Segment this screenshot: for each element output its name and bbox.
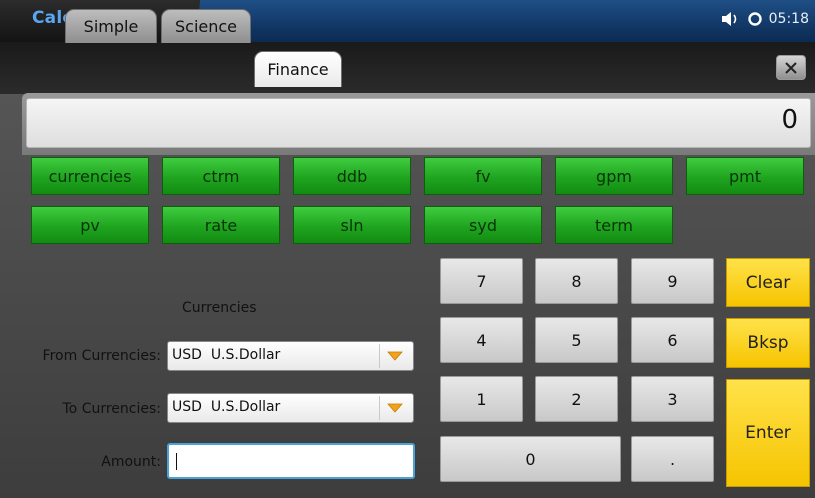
key-5[interactable]: 5 [535,317,618,363]
to-currencies-label: To Currencies: [62,401,162,417]
from-currency-value: USD U.S.Dollar [172,347,281,363]
fn-ctrm-button[interactable]: ctrm [162,157,280,195]
form-heading: Currencies [182,300,257,316]
key-3[interactable]: 3 [631,376,714,422]
key-2[interactable]: 2 [535,376,618,422]
sync-icon[interactable] [747,11,763,27]
fn-gpm-button[interactable]: gpm [555,157,673,195]
key-6[interactable]: 6 [631,317,714,363]
fn-fv-button[interactable]: fv [424,157,542,195]
key-7[interactable]: 7 [440,258,523,304]
close-icon [785,61,797,74]
calculator-window: Calculator 05:18 Simple Science Finance [0,0,815,498]
from-currency-select[interactable]: USD U.S.Dollar [167,341,414,371]
key-0[interactable]: 0 [440,436,621,482]
key-4[interactable]: 4 [440,317,523,363]
fn-term-button[interactable]: term [555,206,673,244]
to-currency-select[interactable]: USD U.S.Dollar [167,393,414,423]
key-9[interactable]: 9 [631,258,714,304]
key-1[interactable]: 1 [440,376,523,422]
to-currency-value: USD U.S.Dollar [172,399,281,415]
chevron-down-icon[interactable] [379,396,410,420]
clock: 05:18 [768,11,809,27]
tab-strip [0,42,815,94]
backspace-button[interactable]: Bksp [726,318,810,368]
text-caret [176,453,177,470]
tab-science[interactable]: Science [161,9,251,43]
fn-rate-button[interactable]: rate [162,206,280,244]
enter-button[interactable]: Enter [726,379,810,487]
clear-button[interactable]: Clear [726,258,810,307]
fn-pv-button[interactable]: pv [31,206,149,244]
status-area: 05:18 [721,11,809,27]
tab-simple[interactable]: Simple [65,9,157,43]
fn-sln-button[interactable]: sln [293,206,411,244]
from-currencies-label: From Currencies: [42,348,161,364]
display-value: 0 [781,105,798,135]
fn-pmt-button[interactable]: pmt [686,157,804,195]
key-decimal[interactable]: . [631,436,714,482]
speaker-icon[interactable] [721,11,741,27]
chevron-down-icon[interactable] [379,344,410,368]
fn-syd-button[interactable]: syd [424,206,542,244]
key-8[interactable]: 8 [535,258,618,304]
result-display: 0 [26,98,811,148]
tab-finance[interactable]: Finance [254,51,342,87]
amount-input[interactable] [167,443,415,479]
close-button[interactable] [776,55,806,80]
amount-label: Amount: [101,454,161,470]
fn-ddb-button[interactable]: ddb [293,157,411,195]
fn-currencies-button[interactable]: currencies [31,157,149,195]
